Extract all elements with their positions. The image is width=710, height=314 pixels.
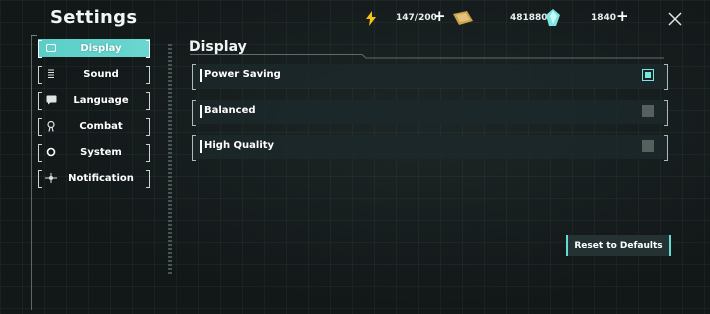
sidebar-item-label: Display	[80, 42, 122, 54]
energy-icon	[364, 10, 378, 26]
sidebar-item-system[interactable]: System	[38, 143, 150, 162]
sidebar-item-combat[interactable]: Combat	[38, 117, 150, 136]
checkbox-balanced[interactable]	[642, 105, 654, 117]
close-button[interactable]	[666, 10, 684, 28]
page-title: Settings	[50, 7, 138, 28]
checkbox-high-quality[interactable]	[642, 140, 654, 152]
option-label: Balanced	[204, 105, 256, 116]
option-high-quality[interactable]: High Quality	[192, 135, 668, 161]
sidebar-item-label: System	[80, 146, 122, 158]
sidebar-item-language[interactable]: Language	[38, 91, 150, 110]
reset-button-label: Reset to Defaults	[574, 240, 663, 251]
option-power-saving[interactable]: Power Saving	[192, 64, 668, 90]
sidebar-divider	[168, 44, 172, 274]
sidebar-item-label: Language	[73, 94, 129, 106]
crystal-icon	[544, 8, 562, 28]
checkbox-power-saving[interactable]	[642, 69, 654, 81]
energy-value: 147/200	[396, 13, 437, 23]
gold-value: 481880	[510, 13, 548, 23]
reset-to-defaults-button[interactable]: Reset to Defaults	[566, 235, 671, 256]
close-icon	[668, 12, 682, 26]
section-divider	[190, 54, 664, 59]
sidebar-item-notification[interactable]: Notification	[38, 169, 150, 188]
sidebar-item-display[interactable]: Display	[38, 39, 150, 58]
crystal-value: 1840	[591, 13, 617, 23]
option-label: High Quality	[204, 140, 275, 151]
gold-bar-icon	[452, 9, 474, 27]
add-crystal-button[interactable]: +	[616, 9, 629, 24]
option-label: Power Saving	[204, 69, 281, 80]
sidebar-item-sound[interactable]: Sound	[38, 65, 150, 84]
sidebar-item-label: Notification	[68, 172, 134, 184]
sidebar-item-label: Sound	[83, 68, 119, 80]
option-balanced[interactable]: Balanced	[192, 100, 668, 126]
add-energy-button[interactable]: +	[433, 9, 446, 24]
sidebar-item-label: Combat	[79, 120, 123, 132]
